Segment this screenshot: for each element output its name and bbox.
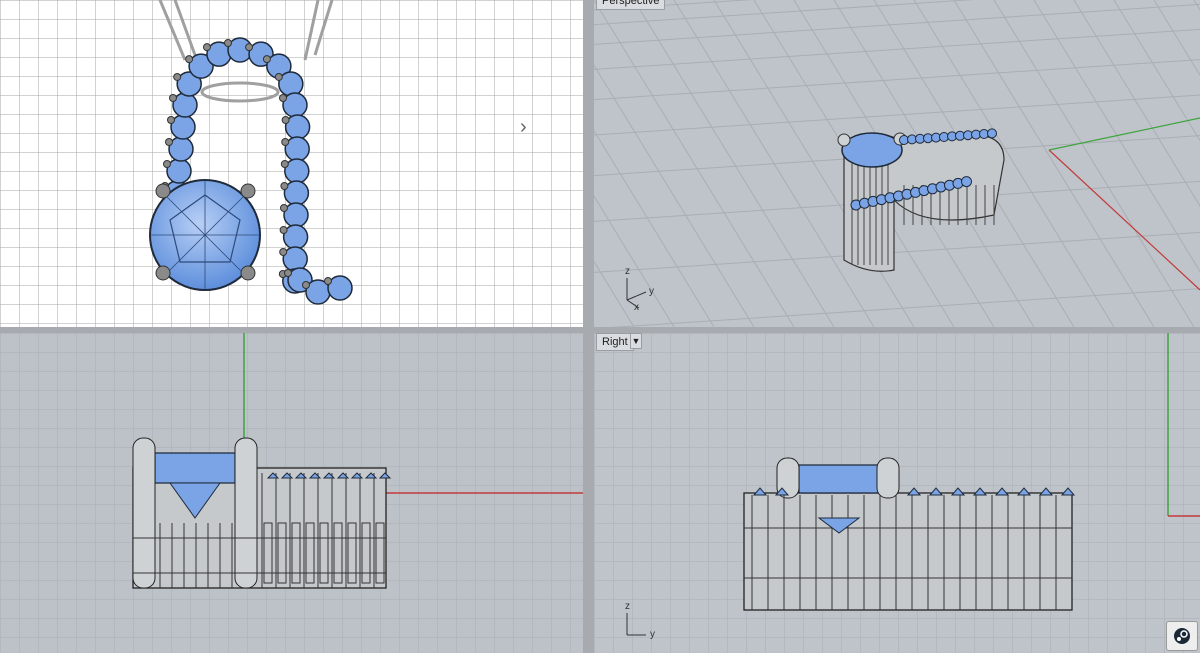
viewport-divider-horizontal[interactable] [0,327,1200,333]
axis-label-x: x [634,302,639,313]
viewport-front[interactable] [0,333,590,653]
axis-label-y: y [649,286,654,297]
perspective-canvas [594,0,1200,327]
dropdown-arrow-icon[interactable]: ▼ [630,333,642,349]
chevron-right-icon[interactable]: › [520,116,527,139]
viewport-perspective[interactable]: Perspective z y x [594,0,1200,327]
viewport-right[interactable]: Right ▼ z y [594,333,1200,653]
axis-label-z-right: z [625,601,630,612]
axis-label-z: z [625,266,630,277]
steam-icon[interactable] [1166,621,1198,651]
top-view-canvas [0,0,583,327]
viewport-label-perspective[interactable]: Perspective [596,0,666,10]
center-stone [149,179,261,291]
viewport-label-right[interactable]: Right [596,333,634,351]
front-view-canvas [0,333,590,653]
right-view-canvas [594,333,1200,653]
axis-label-y-right: y [650,629,655,640]
viewport-top[interactable]: › [0,0,583,327]
ring-model-perspective [837,128,1005,272]
